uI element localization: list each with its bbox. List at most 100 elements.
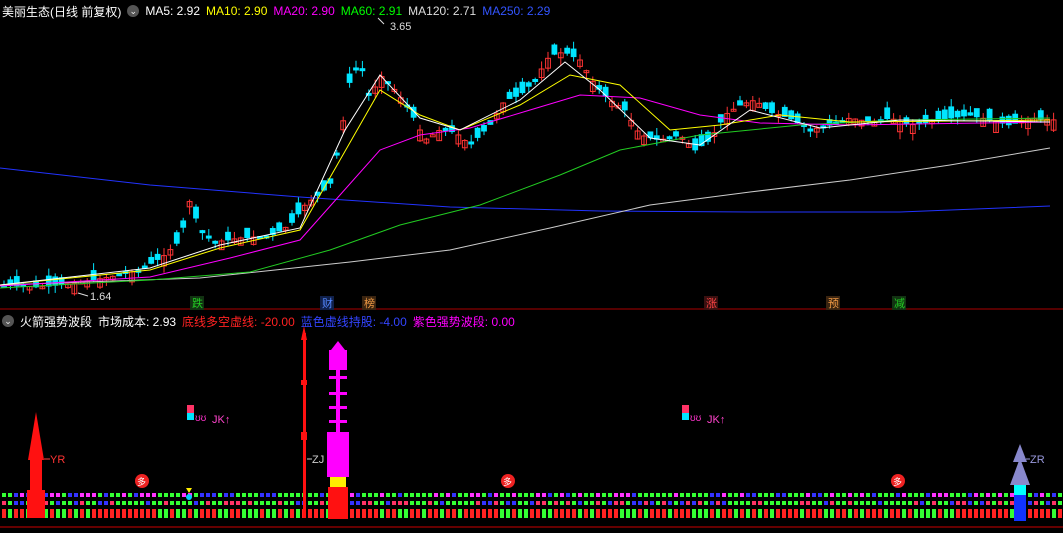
indicator-dash <box>824 509 828 518</box>
indicator-dash <box>872 509 876 518</box>
indicator-dash <box>608 493 612 497</box>
candle <box>884 101 891 122</box>
indicator-dash <box>650 509 654 518</box>
indicator-dash <box>746 501 750 505</box>
indicator-dash <box>500 493 504 497</box>
indicator-dash <box>320 509 324 518</box>
candle <box>519 77 526 95</box>
indicator-dash <box>800 509 804 518</box>
indicator-dash <box>662 501 666 505</box>
indicator-dash <box>464 509 468 518</box>
candle <box>359 60 366 77</box>
indicator-dash <box>632 501 636 505</box>
indicator-dash <box>908 509 912 518</box>
indicator-dash <box>914 493 918 497</box>
chart-canvas: 3.65 1.64 跌 财 榜 涨 预 减 YR ZJ ZR ʊʊ JK↑ ʊʊ… <box>0 17 1063 528</box>
indicator-dash <box>422 493 426 497</box>
event-tag-bang[interactable]: 榜 <box>362 296 376 310</box>
candle <box>525 80 532 93</box>
indicator-dash <box>176 493 180 497</box>
candle <box>717 114 724 129</box>
indicator-dash <box>356 493 360 497</box>
indicator-dash <box>968 509 972 518</box>
indicator-dash <box>716 501 720 505</box>
indicator-dash <box>86 501 90 505</box>
indicator-dash <box>506 493 510 497</box>
indicator-dash <box>116 493 120 497</box>
candle <box>1050 112 1057 133</box>
indicator-dash <box>542 509 546 518</box>
indicator-dash <box>662 493 666 497</box>
indicator-dash <box>98 501 102 505</box>
indicator-dash <box>620 509 624 518</box>
indicator-dash <box>122 501 126 505</box>
indicator-dash <box>812 509 816 518</box>
event-tag-yu[interactable]: 预 <box>826 296 840 310</box>
indicator-dash <box>830 509 834 518</box>
candle <box>820 123 827 133</box>
indicator-dash <box>446 493 450 497</box>
indicator-dash <box>164 501 168 505</box>
indicator-dash <box>1010 493 1014 497</box>
indicator-dash <box>1046 501 1050 505</box>
indicator-dash <box>866 493 870 497</box>
indicator-dash <box>86 493 90 497</box>
indicator-dash <box>812 493 816 497</box>
event-tag-cai[interactable]: 财 <box>320 296 334 310</box>
indicator-dash <box>950 501 954 505</box>
indicator-dash <box>572 501 576 505</box>
candle <box>737 95 743 106</box>
indicator-dash <box>830 493 834 497</box>
indicator-dash <box>458 509 462 518</box>
indicator-dash <box>536 501 540 505</box>
indicator-dash <box>140 493 144 497</box>
rocket-zj-signal: ZJ <box>301 326 349 519</box>
indicator-dash-rows <box>2 493 1062 518</box>
indicator-dash <box>614 509 618 518</box>
duo-marker-1: 多 <box>135 474 149 488</box>
candle <box>180 217 187 233</box>
indicator-dash <box>596 509 600 518</box>
indicator-dash <box>992 493 996 497</box>
indicator-dash <box>524 501 528 505</box>
indicator-dash <box>668 493 672 497</box>
candle <box>890 113 897 125</box>
indicator-dash <box>248 509 252 518</box>
indicator-dash <box>746 493 750 497</box>
indicator-dash <box>794 501 798 505</box>
indicator-dash <box>194 493 198 497</box>
indicator-dash <box>92 493 96 497</box>
candle <box>1037 108 1044 123</box>
indicator-dash <box>518 493 522 497</box>
candle <box>161 248 167 273</box>
indicator-dash <box>1028 509 1032 518</box>
indicator-dash <box>632 493 636 497</box>
indicator-dash <box>932 501 936 505</box>
indicator-dash <box>482 509 486 518</box>
indicator-dash <box>896 509 900 518</box>
event-tag-die[interactable]: 跌 <box>190 296 204 310</box>
indicator-dash <box>914 509 918 518</box>
event-tag-jian[interactable]: 减 <box>892 296 906 310</box>
candle <box>205 229 212 242</box>
indicator-dash <box>878 501 882 505</box>
indicator-dash <box>860 501 864 505</box>
indicator-dash <box>986 509 990 518</box>
indicator-dash <box>710 501 714 505</box>
indicator-dash <box>716 493 720 497</box>
indicator-dash <box>500 501 504 505</box>
indicator-dash <box>158 509 162 518</box>
indicator-dash <box>686 493 690 497</box>
indicator-dash <box>596 501 600 505</box>
indicator-dash <box>506 509 510 518</box>
candle <box>506 89 513 99</box>
indicator-dash <box>926 509 930 518</box>
indicator-dash <box>1040 493 1044 497</box>
candle <box>980 113 987 127</box>
event-tag-zhang[interactable]: 涨 <box>704 296 718 310</box>
indicator-dash <box>500 509 504 518</box>
indicator-dash <box>848 509 852 518</box>
indicator-dash <box>752 501 756 505</box>
indicator-dash <box>380 493 384 497</box>
indicator-dash <box>566 509 570 518</box>
